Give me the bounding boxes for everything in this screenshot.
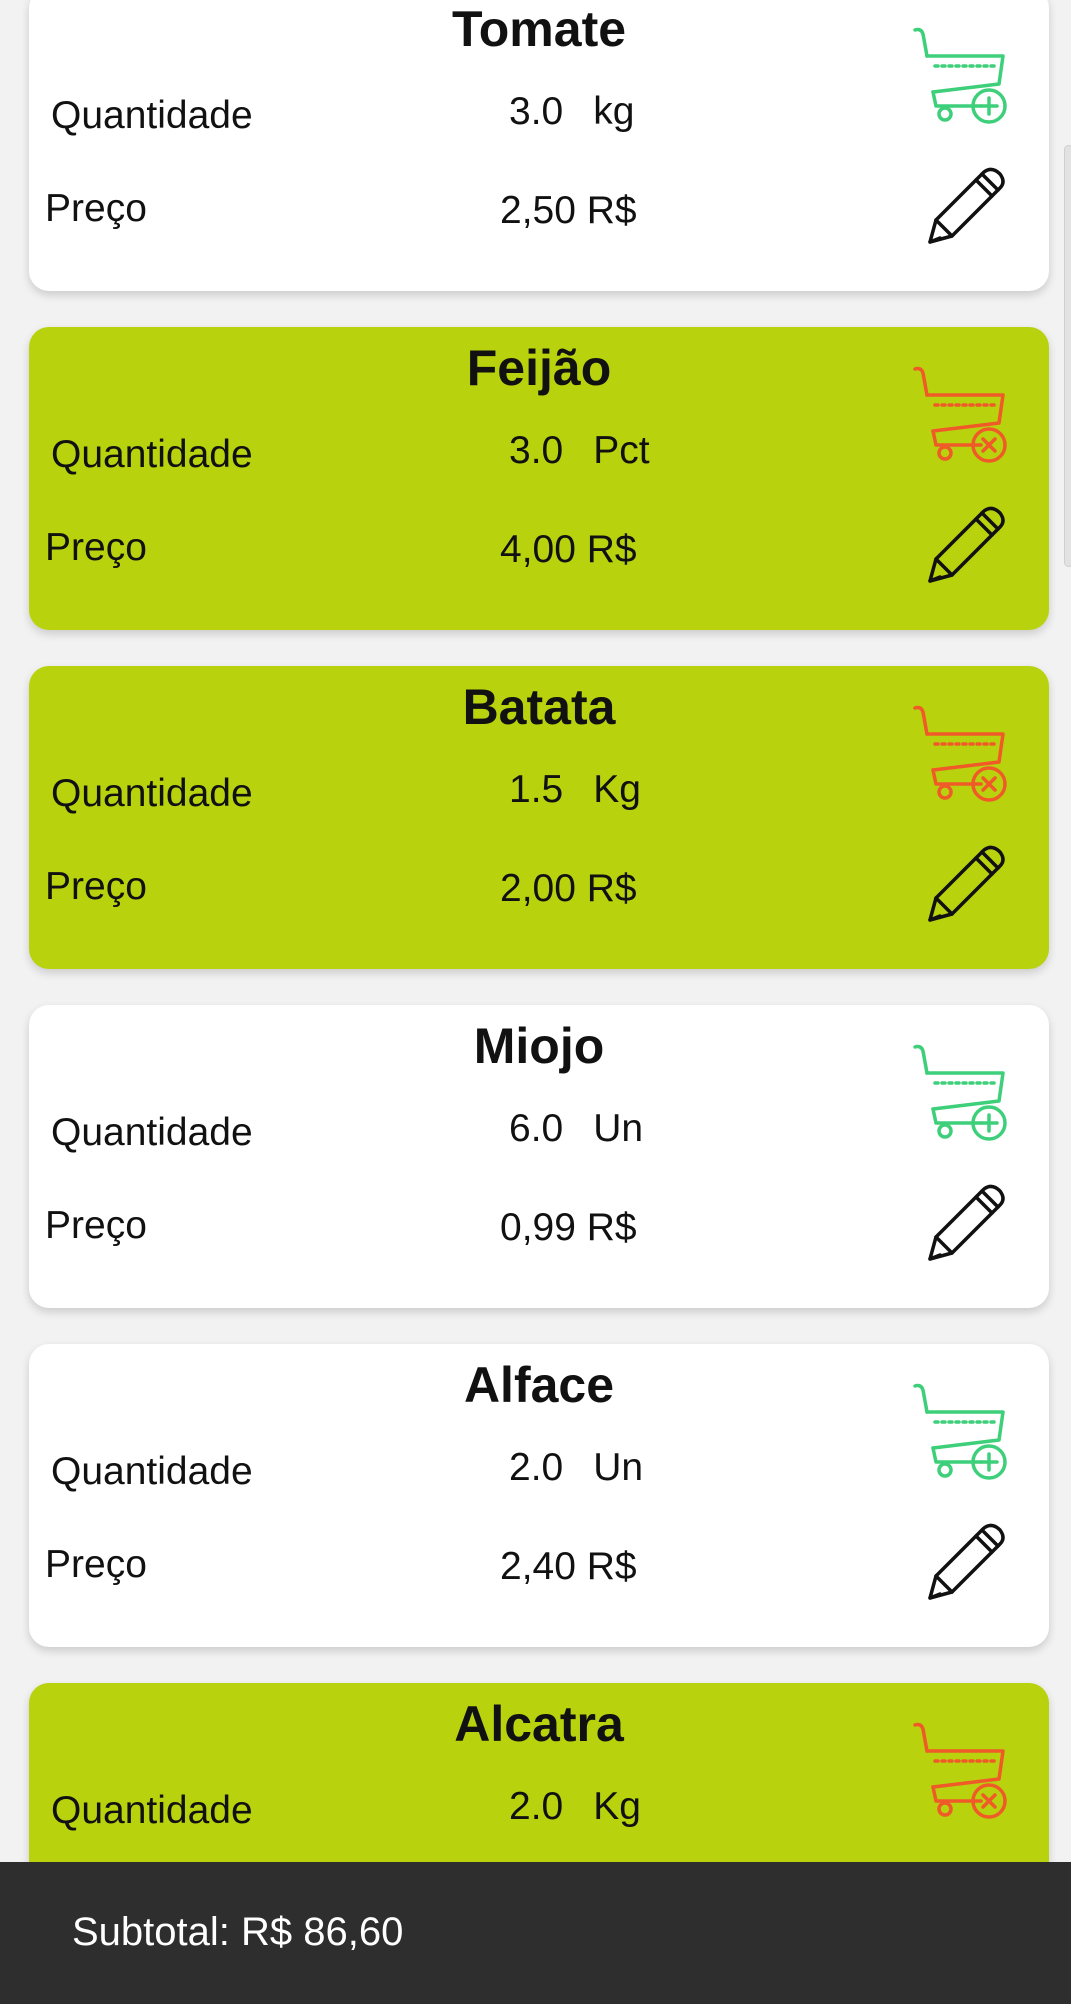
quantity-number: 2.0 xyxy=(509,1446,564,1489)
pencil-icon xyxy=(928,1523,1005,1600)
edit-button[interactable] xyxy=(922,842,1008,928)
price-value: 0,99 R$ xyxy=(500,1206,637,1249)
price-value: 2,00 R$ xyxy=(500,867,637,910)
quantity-value: 6.0 Un xyxy=(509,1107,643,1151)
product-name: Feijão xyxy=(466,340,612,396)
subtotal-text: Subtotal: R$ 86,60 xyxy=(72,1910,404,1954)
quantity-number: 6.0 xyxy=(509,1107,564,1150)
price-label: Preço xyxy=(45,1204,147,1247)
quantity-number: 2.0 xyxy=(509,1785,564,1828)
quantity-label: Quantidade xyxy=(51,772,253,815)
quantity-unit: Kg xyxy=(593,768,641,811)
quantity-value: 3.0 kg xyxy=(509,90,634,134)
add-to-cart-button[interactable] xyxy=(911,1043,1011,1143)
quantity-value: 2.0 Kg xyxy=(509,1785,641,1829)
cart-remove-icon xyxy=(913,1722,1007,1819)
price-label: Preço xyxy=(45,526,147,569)
pencil-icon xyxy=(928,1184,1005,1261)
add-to-cart-button[interactable] xyxy=(911,1382,1011,1482)
subtotal-bar: Subtotal: R$ 86,60 xyxy=(0,1862,1071,2004)
quantity-label: Quantidade xyxy=(51,1789,253,1832)
quantity-number: 3.0 xyxy=(509,90,564,133)
quantity-value: 1.5 Kg xyxy=(509,768,641,812)
cart-add-icon xyxy=(913,27,1007,124)
product-card-alface[interactable]: Alface Quantidade 2.0 Un Preço 2,40 R$ xyxy=(29,1344,1049,1647)
product-card-tomate[interactable]: Tomate Quantidade 3.0 kg Preço 2,50 R$ xyxy=(29,0,1049,291)
price-value: 2,50 R$ xyxy=(500,189,637,232)
quantity-unit: kg xyxy=(593,90,635,133)
product-name: Miojo xyxy=(473,1018,605,1074)
edit-button[interactable] xyxy=(922,503,1008,589)
price-label: Preço xyxy=(45,1543,147,1586)
price-value: 2,40 R$ xyxy=(500,1545,637,1588)
quantity-number: 1.5 xyxy=(509,768,564,811)
pencil-icon xyxy=(928,167,1005,244)
cart-add-icon xyxy=(913,1044,1007,1141)
product-name: Tomate xyxy=(451,1,627,57)
cart-remove-icon xyxy=(913,366,1007,463)
scrollbar[interactable] xyxy=(1064,145,1071,567)
product-list[interactable]: Tomate Quantidade 3.0 kg Preço 2,50 R$ F… xyxy=(0,0,1071,2004)
product-card-batata[interactable]: Batata Quantidade 1.5 Kg Preço 2,00 R$ xyxy=(29,666,1049,969)
quantity-unit: Kg xyxy=(593,1785,641,1828)
quantity-label: Quantidade xyxy=(51,1111,253,1154)
cart-add-icon xyxy=(913,1383,1007,1480)
quantity-unit: Un xyxy=(593,1446,644,1489)
price-label: Preço xyxy=(45,187,147,230)
quantity-unit: Pct xyxy=(593,429,650,472)
remove-from-cart-button[interactable] xyxy=(911,704,1011,804)
edit-button[interactable] xyxy=(922,164,1008,250)
product-card-miojo[interactable]: Miojo Quantidade 6.0 Un Preço 0,99 R$ xyxy=(29,1005,1049,1308)
price-label: Preço xyxy=(45,865,147,908)
cart-remove-icon xyxy=(913,705,1007,802)
quantity-unit: Un xyxy=(593,1107,644,1150)
product-name: Alface xyxy=(463,1357,615,1413)
product-name: Alcatra xyxy=(454,1696,624,1752)
quantity-label: Quantidade xyxy=(51,94,253,137)
quantity-label: Quantidade xyxy=(51,1450,253,1493)
quantity-value: 2.0 Un xyxy=(509,1446,643,1490)
edit-button[interactable] xyxy=(922,1520,1008,1606)
product-name: Batata xyxy=(462,679,616,735)
remove-from-cart-button[interactable] xyxy=(911,1721,1011,1821)
quantity-number: 3.0 xyxy=(509,429,564,472)
pencil-icon xyxy=(928,845,1005,922)
edit-button[interactable] xyxy=(922,1181,1008,1267)
add-to-cart-button[interactable] xyxy=(911,26,1011,126)
pencil-icon xyxy=(928,506,1005,583)
product-card-feijao[interactable]: Feijão Quantidade 3.0 Pct Preço 4,00 R$ xyxy=(29,327,1049,630)
quantity-value: 3.0 Pct xyxy=(509,429,650,473)
remove-from-cart-button[interactable] xyxy=(911,365,1011,465)
price-value: 4,00 R$ xyxy=(500,528,637,571)
quantity-label: Quantidade xyxy=(51,433,253,476)
